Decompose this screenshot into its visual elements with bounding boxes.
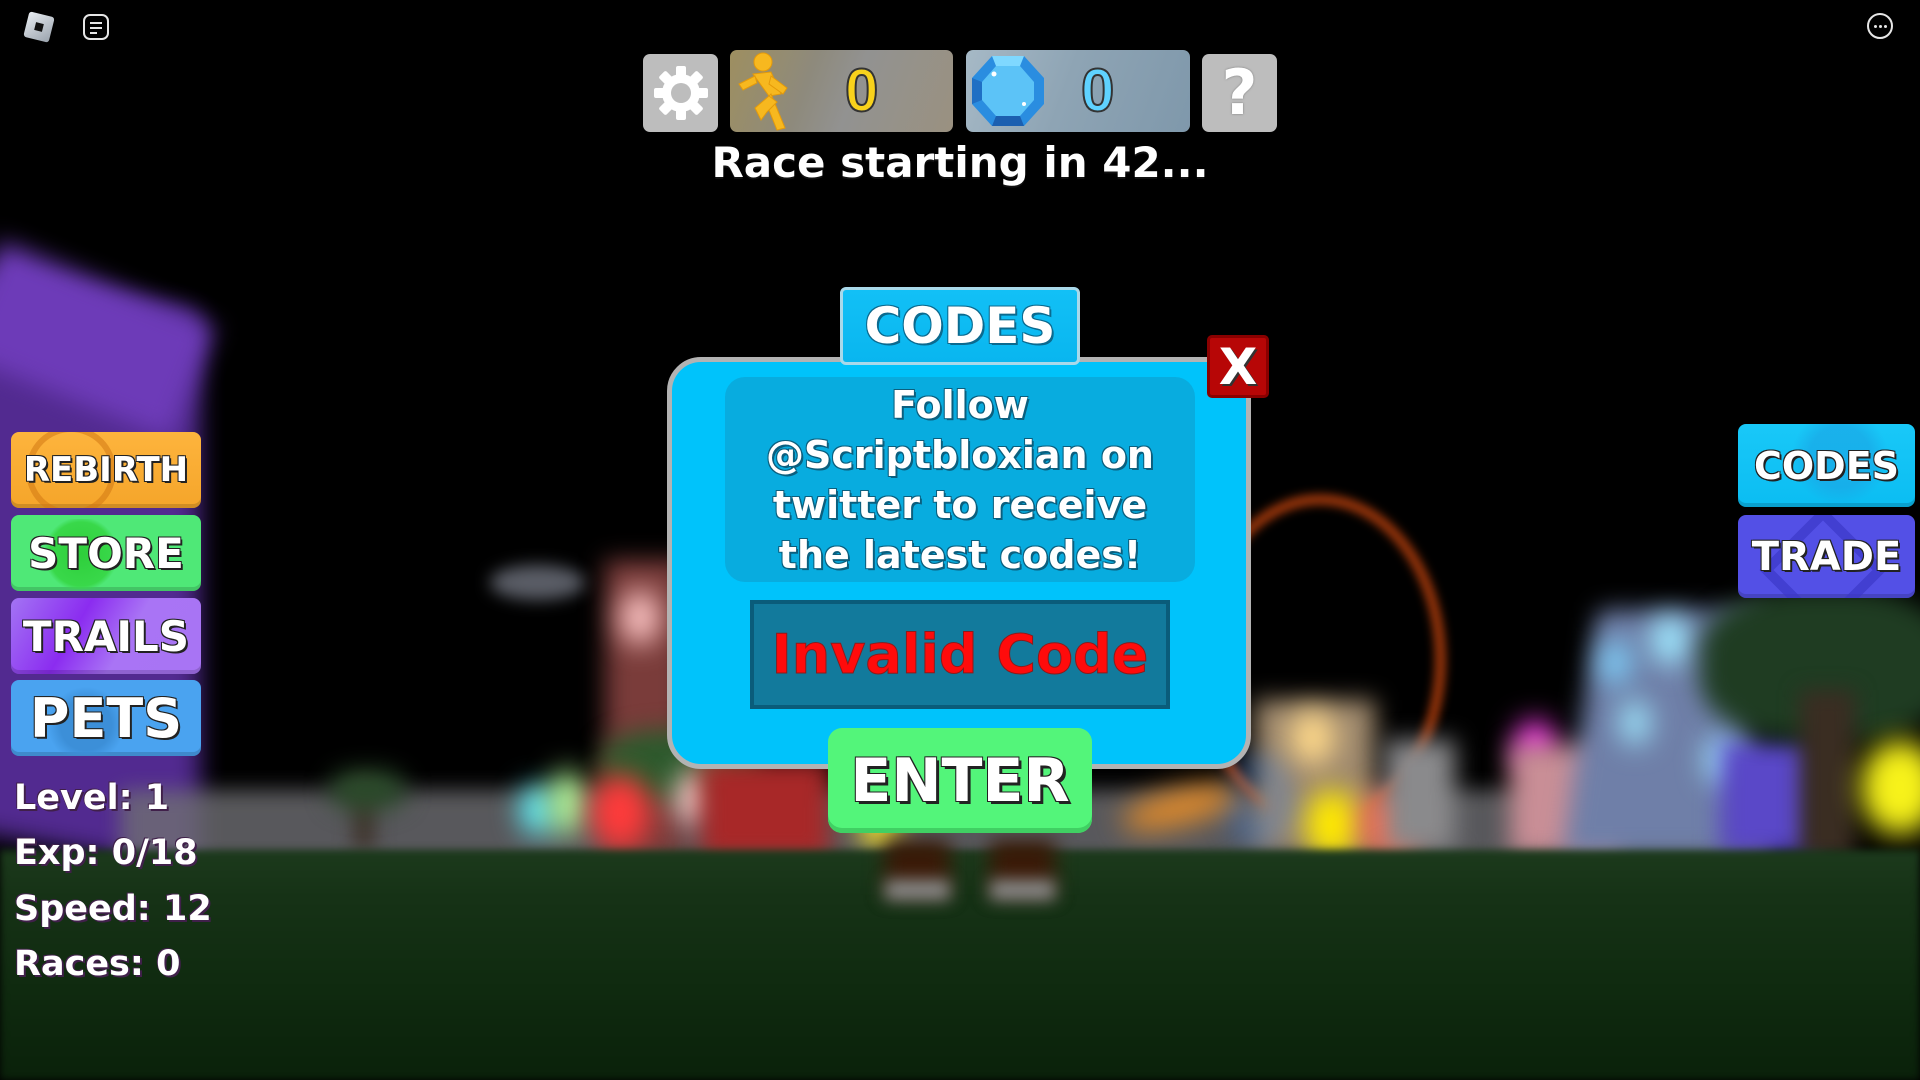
info-line: the latest codes!	[778, 532, 1142, 577]
pets-button[interactable]: PETS	[11, 680, 201, 756]
info-line: @Scriptbloxian on	[766, 432, 1154, 477]
codes-info-box: Follow @Scriptbloxian on twitter to rece…	[725, 377, 1195, 582]
trails-button[interactable]: TRAILS	[11, 598, 201, 674]
light	[1600, 640, 1630, 685]
light	[1290, 710, 1335, 765]
more-options-icon[interactable]	[1867, 13, 1893, 39]
help-button[interactable]: ?	[1202, 54, 1277, 132]
trade-label: TRADE	[1751, 533, 1902, 580]
grass-ground	[0, 850, 1920, 1080]
store-button[interactable]: STORE	[11, 515, 201, 591]
light	[1860, 740, 1920, 835]
chat-icon[interactable]	[83, 14, 109, 40]
rebirth-label: REBIRTH	[23, 450, 189, 490]
cloud	[490, 565, 585, 600]
gem-value: 0	[1080, 56, 1115, 125]
avatar-shoe	[990, 880, 1055, 900]
blue-ring	[1230, 760, 1285, 840]
rebirth-button[interactable]: REBIRTH	[11, 432, 201, 508]
races-stat: Races: 0	[14, 944, 181, 984]
chat-line	[90, 22, 102, 24]
codes-title-text: CODES	[864, 297, 1056, 355]
enter-button[interactable]: ENTER	[828, 728, 1092, 833]
codes-button[interactable]: CODES	[1738, 424, 1915, 507]
running-person-icon	[738, 52, 788, 131]
settings-button[interactable]	[643, 54, 718, 132]
grey-building	[1385, 740, 1455, 850]
exp-stat: Exp: 0/18	[14, 833, 198, 873]
light	[620, 590, 660, 645]
close-icon: X	[1218, 337, 1258, 396]
code-input[interactable]: Invalid Code	[750, 600, 1170, 709]
gem-currency-display: 0	[966, 50, 1190, 132]
info-line: Follow	[891, 382, 1029, 427]
light	[1620, 700, 1650, 745]
race-countdown-text: Race starting in 42...	[711, 138, 1209, 187]
codes-label: CODES	[1753, 443, 1900, 488]
codes-modal-title: CODES	[840, 287, 1080, 365]
trade-button[interactable]: TRADE	[1738, 515, 1915, 598]
store-label: STORE	[28, 528, 184, 578]
codes-info-text: Follow @Scriptbloxian on twitter to rece…	[766, 380, 1154, 580]
tree-trunk	[1800, 690, 1855, 860]
speed-currency-display: 0	[730, 50, 953, 132]
light	[1650, 615, 1690, 665]
trails-label: TRAILS	[22, 611, 190, 661]
avatar-shoe	[885, 880, 950, 900]
question-mark-icon: ?	[1221, 56, 1258, 129]
info-line: twitter to receive	[772, 482, 1148, 527]
close-button[interactable]: X	[1207, 335, 1269, 398]
chat-line	[90, 27, 102, 29]
tree	[330, 770, 405, 810]
level-stat: Level: 1	[14, 778, 170, 818]
light	[590, 775, 650, 850]
code-input-value: Invalid Code	[771, 623, 1149, 687]
gear-icon	[653, 66, 708, 120]
light	[550, 770, 585, 835]
speed-value: 0	[844, 56, 879, 125]
red-block	[700, 760, 830, 860]
pets-label: PETS	[29, 686, 183, 750]
gem-icon	[972, 56, 1044, 126]
speed-stat: Speed: 12	[14, 889, 212, 929]
enter-label: ENTER	[850, 745, 1070, 816]
chat-line	[90, 32, 97, 34]
